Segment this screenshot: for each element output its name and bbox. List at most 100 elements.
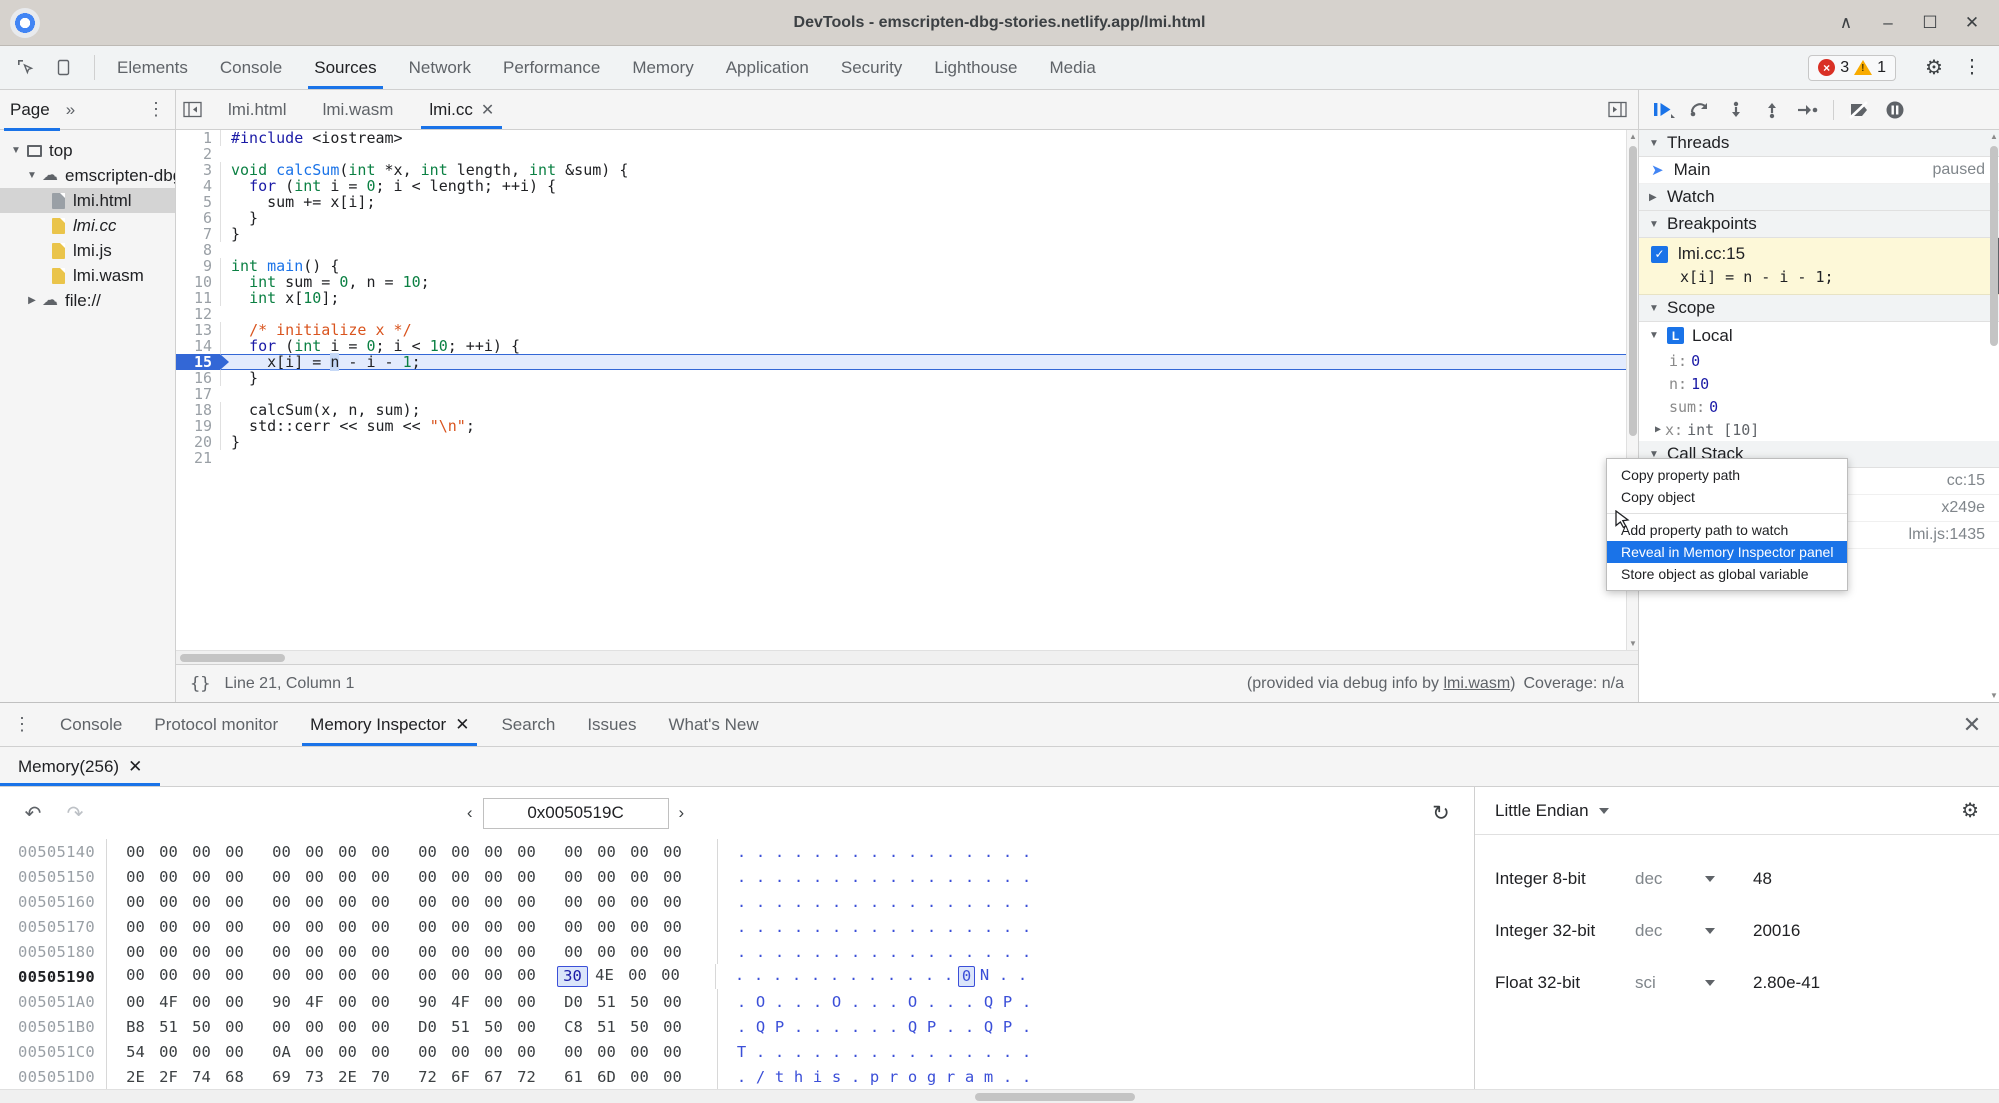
hex-byte[interactable]: 00 <box>265 966 298 988</box>
ascii-char[interactable]: . <box>960 943 979 961</box>
ascii-char[interactable]: h <box>789 1068 808 1086</box>
hex-byte[interactable]: 00 <box>298 1043 331 1061</box>
section-breakpoints[interactable]: ▼ Breakpoints <box>1639 211 1999 238</box>
ascii-char[interactable]: O <box>827 993 846 1011</box>
navigator-tab-page[interactable]: Page <box>4 100 60 131</box>
ascii-char[interactable]: . <box>903 943 922 961</box>
hex-byte[interactable]: C8 <box>557 1018 590 1036</box>
ascii-char[interactable]: . <box>770 918 789 936</box>
hex-byte[interactable]: 00 <box>152 918 185 936</box>
hex-byte[interactable]: 00 <box>364 993 397 1011</box>
hex-byte[interactable]: 00 <box>411 843 444 861</box>
drawer-tab-whats-new[interactable]: What's New <box>652 703 774 746</box>
line-number[interactable]: 13 <box>176 322 220 338</box>
hex-byte[interactable]: 73 <box>298 1068 331 1086</box>
ascii-char[interactable]: . <box>884 843 903 861</box>
ascii-char[interactable]: . <box>770 993 789 1011</box>
ascii-char[interactable]: . <box>922 868 941 886</box>
ascii-char[interactable]: . <box>846 1043 865 1061</box>
ascii-char[interactable]: . <box>751 943 770 961</box>
hex-byte[interactable]: 00 <box>477 1043 510 1061</box>
drawer-tab-issues[interactable]: Issues <box>571 703 652 746</box>
ascii-char[interactable]: . <box>941 993 960 1011</box>
ascii-char[interactable]: . <box>749 966 768 988</box>
ascii-char[interactable]: . <box>770 868 789 886</box>
line-number[interactable]: 7 <box>176 226 220 242</box>
hex-byte[interactable]: 00 <box>331 1018 364 1036</box>
ascii-char[interactable]: . <box>884 1018 903 1036</box>
ascii-char[interactable]: . <box>998 1043 1017 1061</box>
chevron-down-icon[interactable] <box>1705 876 1753 882</box>
redo-icon[interactable]: ↷ <box>60 798 90 828</box>
ascii-char[interactable]: . <box>808 843 827 861</box>
ascii-char[interactable]: . <box>789 993 808 1011</box>
ascii-char[interactable]: . <box>846 1068 865 1086</box>
chevron-down-icon[interactable] <box>1705 928 1753 934</box>
scroll-down-arrow[interactable]: ▼ <box>1990 691 1998 700</box>
hex-byte[interactable]: 00 <box>590 943 623 961</box>
hex-byte[interactable]: 51 <box>152 1018 185 1036</box>
hex-byte[interactable]: 00 <box>152 893 185 911</box>
tab-security[interactable]: Security <box>825 46 918 89</box>
ascii-char[interactable]: . <box>732 893 751 911</box>
hex-byte[interactable]: 00 <box>510 1043 543 1061</box>
hex-byte[interactable]: 00 <box>510 918 543 936</box>
hex-byte[interactable]: 00 <box>590 843 623 861</box>
tab-sources[interactable]: Sources <box>298 46 392 89</box>
scope-variable-n[interactable]: n: 10 <box>1639 372 1999 395</box>
hex-byte[interactable]: 00 <box>364 1043 397 1061</box>
scroll-down-arrow[interactable]: ▼ <box>1629 639 1637 648</box>
hex-byte[interactable]: D0 <box>411 1018 444 1036</box>
hex-byte[interactable]: 00 <box>477 893 510 911</box>
hex-byte[interactable]: 00 <box>364 918 397 936</box>
ascii-char[interactable]: . <box>789 1043 808 1061</box>
hex-byte[interactable]: 74 <box>185 1068 218 1086</box>
hex-byte[interactable]: 00 <box>119 966 152 988</box>
ascii-char[interactable]: . <box>732 1068 751 1086</box>
hex-byte[interactable]: 00 <box>557 918 590 936</box>
minimize-icon[interactable]: – <box>1867 3 1909 43</box>
scope-variable-x[interactable]: ▶ x: int [10] <box>1639 418 1999 441</box>
tree-item-lmi-wasm[interactable]: lmi.wasm <box>0 263 175 288</box>
ascii-char[interactable]: . <box>808 1043 827 1061</box>
hex-byte[interactable]: 00 <box>364 943 397 961</box>
line-number[interactable]: 10 <box>176 274 220 290</box>
collapse-icon[interactable]: ∧ <box>1825 3 1867 43</box>
scrollbar-thumb[interactable] <box>1990 146 1998 346</box>
hex-byte[interactable]: 00 <box>444 1043 477 1061</box>
scroll-up-arrow[interactable]: ▲ <box>1990 132 1998 141</box>
line-number-breakpoint[interactable]: 15 <box>176 354 229 370</box>
ascii-char[interactable]: . <box>730 966 749 988</box>
hex-byte[interactable]: 00 <box>331 893 364 911</box>
ascii-char[interactable]: . <box>979 1043 998 1061</box>
hex-byte[interactable]: 00 <box>557 893 590 911</box>
scrollbar-thumb[interactable] <box>975 1093 1135 1101</box>
hex-byte[interactable]: 00 <box>623 1068 656 1086</box>
hex-byte[interactable]: 51 <box>444 1018 477 1036</box>
ascii-char[interactable]: . <box>808 943 827 961</box>
ascii-char[interactable]: . <box>770 943 789 961</box>
hex-byte[interactable]: 4E <box>588 966 621 988</box>
ascii-char[interactable]: . <box>920 966 939 988</box>
tab-media[interactable]: Media <box>1034 46 1112 89</box>
hex-byte[interactable]: 00 <box>623 868 656 886</box>
hex-byte[interactable]: 00 <box>411 1043 444 1061</box>
ascii-char[interactable]: . <box>960 918 979 936</box>
next-address-icon[interactable]: › <box>679 803 685 823</box>
ascii-char[interactable]: . <box>751 843 770 861</box>
ascii-char[interactable]: . <box>827 893 846 911</box>
close-icon[interactable]: ✕ <box>1951 3 1993 43</box>
scrollbar-thumb[interactable] <box>180 653 285 662</box>
show-navigator-icon[interactable] <box>176 90 210 129</box>
ascii-char[interactable]: . <box>789 943 808 961</box>
hex-byte[interactable]: 70 <box>364 1068 397 1086</box>
hex-byte[interactable]: 00 <box>152 966 185 988</box>
ascii-char[interactable]: Q <box>751 1018 770 1036</box>
hex-byte[interactable]: 00 <box>265 943 298 961</box>
ascii-char[interactable]: . <box>732 918 751 936</box>
settings-gear-icon[interactable]: ⚙ <box>1917 51 1951 85</box>
ascii-char[interactable]: . <box>882 966 901 988</box>
ascii-char[interactable]: . <box>994 966 1013 988</box>
hex-byte[interactable]: 00 <box>152 868 185 886</box>
refresh-icon[interactable]: ↻ <box>1426 798 1456 828</box>
